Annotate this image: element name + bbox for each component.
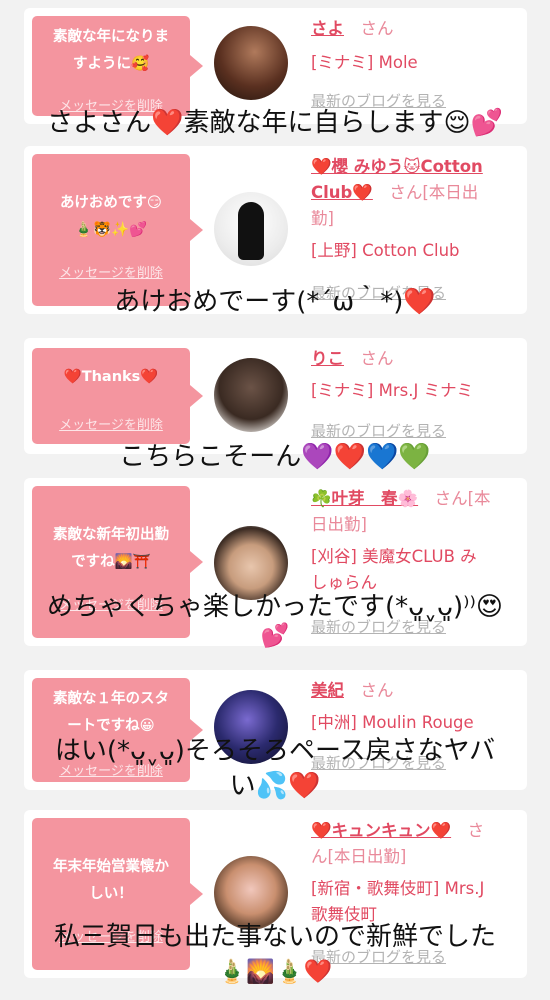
message-text: 年末年始営業懐か しい！ <box>38 854 184 908</box>
shop-label: [上野] Cotton Club <box>311 241 460 260</box>
caption-text-line2: い💦 <box>229 771 288 801</box>
message-line: 素敵な年になりま <box>53 29 169 45</box>
caption-text: 私三賀日も出た事ないので新鮮でした <box>53 922 496 952</box>
message-text: ❤️Thanks❤️ <box>38 364 184 391</box>
profile-name-link[interactable]: さよ <box>311 19 344 38</box>
caption-overlay-5: はい(*ᴗ͈ˬᴗ͈)そろそろペース戻さなヤバ い💦❤️ <box>0 734 550 804</box>
caption-overlay-2: あけおめでーす(*´ω｀*)❤️ <box>0 285 550 320</box>
message-line: 🎍🐯✨💕 <box>74 222 148 238</box>
honorific: さん[本日出 <box>389 183 479 202</box>
message-bubble: ❤️Thanks❤️ メッセージを削除 <box>32 348 203 444</box>
caption-text: 素敵な年に自らします😌💕 <box>183 108 503 138</box>
status-text: ん[本日出勤] <box>311 847 407 866</box>
message-bubble: 素敵な年になりま すように🥰 メッセージを削除 <box>32 16 203 116</box>
message-line: 年末年始営業懐か <box>53 859 169 875</box>
message-card: ❤️Thanks❤️ メッセージを削除 りこ さん [ミナミ] Mrs.J ミナ… <box>24 338 527 454</box>
delete-message-link[interactable]: メッセージを削除 <box>32 414 190 433</box>
message-line: 素敵な１年のスタ <box>53 691 169 707</box>
shop-label: [新宿・歌舞伎町] Mrs.J <box>311 879 485 898</box>
caption-overlay-6: 私三賀日も出た事ないので新鮮でした 🎍🌄🎍❤️ <box>0 920 550 990</box>
message-line: ❤️Thanks❤️ <box>63 369 159 385</box>
shop-label: [刈谷] 美魔女CLUB み <box>311 547 477 566</box>
profile-info: さよ さん [ミナミ] Mole <box>311 16 523 76</box>
caption-overlay-3: こちらこそーん💜❤️💙💚 <box>0 440 550 475</box>
profile-name-link[interactable]: りこ <box>311 349 344 368</box>
profile-name-link[interactable]: ❤️櫻 みゆう🐱Cotton <box>311 154 523 180</box>
caption-text: あけおめでーす(*´ω｀*) <box>114 287 404 317</box>
heart-icon: ❤️ <box>303 959 333 985</box>
profile-info: ❤️キュンキュン❤️ さ ん[本日出勤] [新宿・歌舞伎町] Mrs.J 歌舞伎… <box>311 818 523 928</box>
caption-text: はい(*ᴗ͈ˬᴗ͈)そろそろペース戻さなヤバ <box>54 736 496 766</box>
profile-name-link-cont[interactable]: Club❤️ <box>311 183 373 202</box>
honorific: さ <box>467 821 485 840</box>
profile-info: ❤️櫻 みゆう🐱Cotton Club❤️ さん[本日出 勤] [上野] Cot… <box>311 154 523 264</box>
profile-name-link[interactable]: 美紀 <box>311 681 344 700</box>
delete-message-link[interactable]: メッセージを削除 <box>32 262 190 281</box>
honorific: さん <box>360 681 394 700</box>
heart-icon: ❤️ <box>151 108 184 138</box>
avatar[interactable] <box>214 358 288 432</box>
message-line: しい！ <box>89 886 133 902</box>
message-text: 素敵な年になりま すように🥰 <box>38 24 184 78</box>
heart-icon: ❤️ <box>288 771 321 801</box>
message-line: ですね🌄⛩️ <box>71 554 151 570</box>
honorific: さん[本 <box>434 489 491 508</box>
message-line: あけおめです😏 <box>59 195 163 211</box>
caption-text: こちらこそーん💜❤️💙💚 <box>119 442 431 472</box>
profile-info: ☘️叶芽 春🌸 さん[本 日出勤] [刈谷] 美魔女CLUB み しゅらん <box>311 486 523 596</box>
message-text: 素敵な１年のスタ ートですね😀 <box>38 686 184 740</box>
status-text: 勤] <box>311 209 334 228</box>
avatar[interactable] <box>214 856 288 930</box>
status-text: 日出勤] <box>311 515 367 534</box>
caption-text-line2: 🎍🌄🎍 <box>217 959 304 985</box>
latest-blog-link[interactable]: 最新のブログを見る <box>311 420 446 441</box>
heart-icon: ❤️ <box>403 287 436 317</box>
shop-label: [ミナミ] Mole <box>311 53 418 72</box>
message-line: すように🥰 <box>72 56 150 72</box>
avatar[interactable] <box>214 526 288 600</box>
honorific: さん <box>360 349 394 368</box>
avatar[interactable] <box>214 26 288 100</box>
avatar[interactable] <box>214 192 288 266</box>
profile-info: 美紀 さん [中洲] Moulin Rouge <box>311 678 523 736</box>
profile-name-link[interactable]: ☘️叶芽 春🌸 <box>311 489 418 508</box>
profile-info: りこ さん [ミナミ] Mrs.J ミナミ <box>311 346 523 404</box>
message-line: 素敵な新年初出勤 <box>53 527 169 543</box>
shop-label: [ミナミ] Mrs.J ミナミ <box>311 381 474 400</box>
profile-name-link[interactable]: ❤️キュンキュン❤️ <box>311 821 451 840</box>
caption-overlay-4: めちゃくちゃ楽しかったです(*ᴗ͈ˬᴗ͈)⁾⁾😍 💕 <box>0 590 550 654</box>
caption-overlay-1: さよさん❤️素敵な年に自らします😌💕 <box>0 106 550 141</box>
shop-label: [中洲] Moulin Rouge <box>311 713 474 732</box>
message-bubble: あけおめです😏 🎍🐯✨💕 メッセージを削除 <box>32 154 203 306</box>
honorific: さん <box>360 19 394 38</box>
message-text: 素敵な新年初出勤 ですね🌄⛩️ <box>38 522 184 576</box>
message-text: あけおめです😏 🎍🐯✨💕 <box>38 190 184 244</box>
avatar-figure <box>238 202 264 260</box>
caption-text: さよさん <box>47 108 152 138</box>
